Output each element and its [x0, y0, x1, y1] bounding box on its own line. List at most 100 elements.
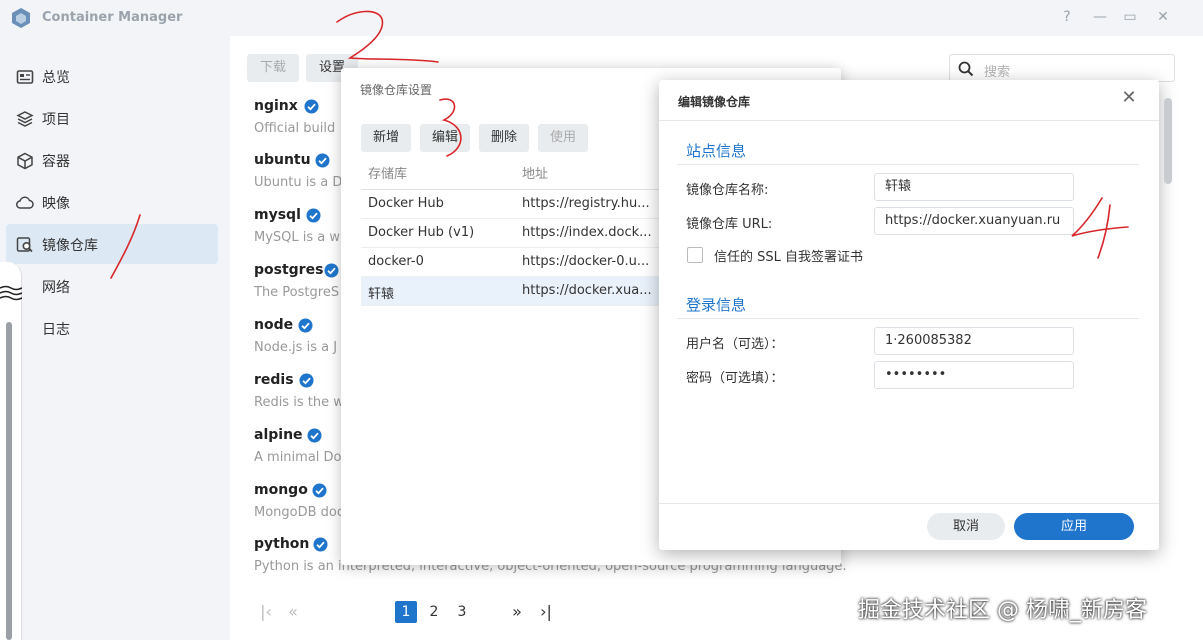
- minimize-icon[interactable]: —: [1091, 8, 1109, 26]
- verified-icon: [304, 99, 319, 114]
- project-icon: [16, 111, 34, 127]
- table-row-selected[interactable]: 轩辕 https://docker.xua...: [361, 277, 681, 306]
- divider: [659, 503, 1159, 504]
- repo-description: Official build: [254, 121, 336, 136]
- widget-scrollbar[interactable]: [6, 322, 12, 640]
- username-field[interactable]: 1·260085382: [874, 327, 1074, 355]
- edit-button[interactable]: 编辑: [420, 124, 471, 152]
- repo-name: ubuntu: [254, 152, 311, 168]
- sidebar-item-log[interactable]: 日志: [6, 308, 218, 348]
- repo-name: alpine: [254, 427, 303, 443]
- sidebar-item-label: 映像: [42, 196, 70, 212]
- page-button-2[interactable]: 2: [425, 601, 443, 623]
- container-icon: [17, 152, 33, 170]
- registry-url-label: 镜像仓库 URL:: [686, 217, 773, 232]
- watermark-text: 掘金技术社区 @ 杨啸_新房客: [858, 598, 1147, 623]
- registry-name-field[interactable]: 轩辕: [874, 173, 1074, 201]
- divider: [659, 120, 1159, 121]
- cell-address: https://docker.xua...: [522, 283, 652, 298]
- repo-name: redis: [254, 372, 294, 388]
- section-title-site: 站点信息: [686, 142, 747, 160]
- overview-icon: [16, 70, 34, 84]
- verified-icon: [312, 483, 327, 498]
- trust-ssl-label[interactable]: 信任的 SSL 自我签署证书: [714, 246, 863, 265]
- edit-registry-dialog: 编辑镜像仓库 ✕ 站点信息 镜像仓库名称: 轩辕 镜像仓库 URL: https…: [659, 80, 1159, 550]
- search-input[interactable]: 搜索: [949, 54, 1175, 82]
- dialog-title: 编辑镜像仓库: [678, 95, 751, 109]
- sidebar-item-label: 日志: [42, 322, 70, 338]
- delete-button[interactable]: 删除: [479, 124, 530, 152]
- repo-description: MongoDB doc: [254, 505, 345, 520]
- table-row[interactable]: Docker Hub (v1) https://index.dock...: [361, 219, 681, 248]
- verified-icon: [306, 208, 321, 223]
- maximize-icon[interactable]: ▭: [1121, 8, 1139, 26]
- password-field[interactable]: ••••••••: [874, 361, 1074, 389]
- password-label: 密码（可选填）：: [686, 371, 784, 386]
- table-row[interactable]: docker-0 https://docker-0.u...: [361, 248, 681, 277]
- divider: [677, 318, 1139, 319]
- sidebar-item-registry[interactable]: 镜像仓库: [6, 224, 218, 264]
- repo-name: node: [254, 317, 294, 333]
- main-scrollbar[interactable]: [1164, 98, 1172, 184]
- repo-name: mongo: [254, 482, 308, 498]
- repo-name: postgres: [254, 262, 324, 278]
- apply-button[interactable]: 应用: [1014, 513, 1134, 540]
- section-title-login: 登录信息: [686, 296, 747, 314]
- app-title: Container Manager: [42, 10, 183, 25]
- repo-name: nginx: [254, 98, 298, 114]
- column-header-name[interactable]: 存储库: [368, 161, 407, 189]
- last-page-button[interactable]: ›|: [536, 601, 556, 623]
- repo-description: Redis is the w: [254, 395, 344, 410]
- verified-icon: [315, 153, 330, 168]
- sidebar-item-label: 容器: [42, 154, 70, 170]
- verified-icon: [299, 373, 314, 388]
- prev-page-button[interactable]: «: [284, 601, 302, 623]
- registry-icon: [16, 237, 33, 253]
- sidebar-item-network[interactable]: 网络: [6, 266, 218, 306]
- verified-icon: [298, 318, 313, 333]
- help-icon[interactable]: ?: [1058, 8, 1076, 26]
- floating-side-widget[interactable]: [0, 262, 22, 640]
- sidebar-item-label: 总览: [42, 70, 70, 86]
- cell-name: Docker Hub: [368, 196, 444, 211]
- cell-address: https://docker-0.u...: [522, 254, 650, 269]
- repo-name: mysql: [254, 207, 301, 223]
- username-label: 用户名（可选）：: [686, 337, 784, 352]
- download-button[interactable]: 下载: [247, 54, 300, 82]
- verified-icon: [313, 537, 328, 552]
- close-window-icon[interactable]: ✕: [1154, 8, 1172, 26]
- verified-icon: [307, 428, 322, 443]
- page-button-3[interactable]: 3: [453, 601, 471, 623]
- table-row[interactable]: Docker Hub https://registry.hu...: [361, 190, 681, 219]
- registry-url-field[interactable]: https://docker.xuanyuan.ru: [874, 207, 1074, 235]
- first-page-button[interactable]: |‹: [257, 601, 275, 623]
- sidebar-item-label: 镜像仓库: [42, 238, 98, 254]
- repo-description: Ubuntu is a D: [254, 175, 343, 190]
- close-icon[interactable]: ✕: [1121, 89, 1137, 107]
- trust-ssl-checkbox[interactable]: [687, 247, 703, 263]
- divider: [677, 164, 1139, 165]
- sidebar-item-overview[interactable]: 总览: [6, 56, 218, 96]
- cell-name: 轩辕: [368, 287, 395, 302]
- add-button[interactable]: 新增: [361, 124, 412, 152]
- search-placeholder: 搜索: [984, 65, 1011, 80]
- page-button-1[interactable]: 1: [395, 601, 417, 623]
- sidebar-item-label: 网络: [42, 280, 70, 296]
- title-bar: Container Manager ? — ▭ ✕: [0, 0, 1203, 36]
- next-page-button[interactable]: »: [508, 601, 526, 623]
- sidebar-item-project[interactable]: 项目: [6, 98, 218, 138]
- repo-description: A minimal Do: [254, 450, 342, 465]
- use-button[interactable]: 使用: [538, 124, 589, 152]
- cancel-button[interactable]: 取消: [927, 513, 1005, 540]
- repo-description: The PostgreS: [254, 285, 340, 300]
- waves-icon: [0, 285, 22, 301]
- sidebar-item-image[interactable]: 映像: [6, 182, 218, 222]
- cell-name: Docker Hub (v1): [368, 225, 475, 240]
- sidebar-item-container[interactable]: 容器: [6, 140, 218, 180]
- repo-name: python: [254, 536, 310, 552]
- column-header-address[interactable]: 地址: [522, 161, 548, 189]
- cell-address: https://registry.hu...: [522, 196, 650, 211]
- sidebar-item-label: 项目: [42, 112, 70, 128]
- repo-description: Node.js is a J: [254, 340, 338, 355]
- app-logo-icon: [12, 8, 30, 28]
